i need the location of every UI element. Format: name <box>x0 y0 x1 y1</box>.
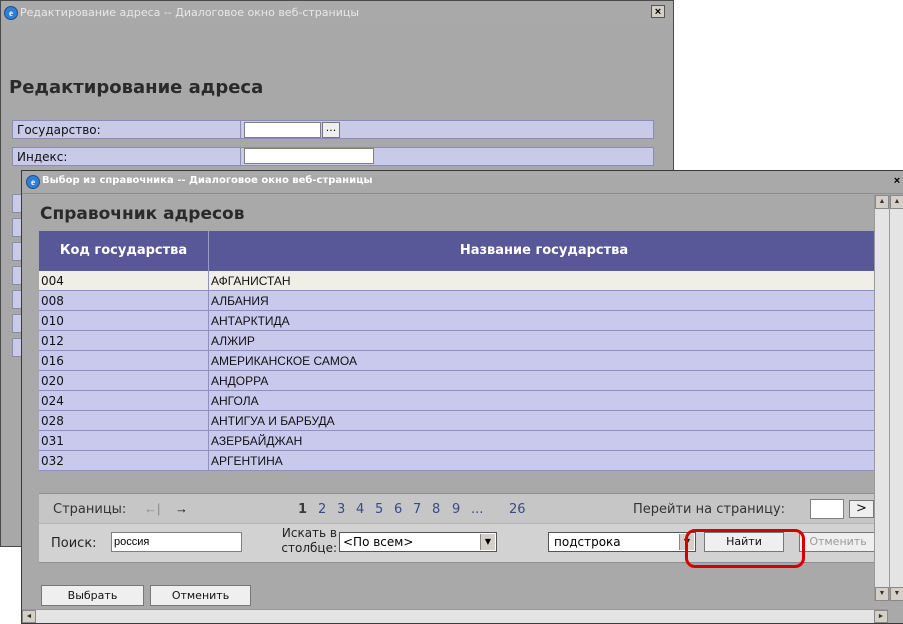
table-row[interactable]: 016 АМЕРИКАНСКОЕ САМОА <box>39 351 879 371</box>
highlight-ring <box>685 529 805 568</box>
row-code: 004 <box>41 274 64 288</box>
table-row[interactable]: 024 АНГОЛА <box>39 391 879 411</box>
table-row[interactable]: 031 АЗЕРБАЙДЖАН <box>39 431 879 451</box>
ie-icon: e <box>26 175 40 189</box>
page-link[interactable]: 2 <box>318 502 326 517</box>
search-column-label: Искать в столбце: <box>281 526 337 555</box>
row-code: 012 <box>41 334 64 348</box>
country-browse-button[interactable]: ... <box>322 122 340 138</box>
country-table: Код государства Название государства 004… <box>39 231 879 471</box>
row-name: АЗЕРБАЙДЖАН <box>211 434 303 448</box>
inner-window-title: Выбор из справочника -- Диалоговое окно … <box>42 175 373 186</box>
page-link[interactable]: 9 <box>452 502 460 517</box>
horizontal-scrollbar[interactable]: ◄ ► <box>22 609 888 623</box>
row-name: АЛЖИР <box>211 334 255 348</box>
search-label: Поиск: <box>51 536 97 551</box>
next-page-arrow-icon[interactable]: → <box>175 501 188 516</box>
chevron-down-icon: ▼ <box>480 534 495 550</box>
footer-cancel-button[interactable]: Отменить <box>150 585 251 606</box>
row-name: АНТАРКТИДА <box>211 314 290 328</box>
table-row[interactable]: 010 АНТАРКТИДА <box>39 311 879 331</box>
scroll-up-icon[interactable]: ▲ <box>890 195 903 209</box>
cancel-search-button: Отменить <box>799 532 877 552</box>
page-ellipsis: ... <box>471 502 484 517</box>
search-column-select[interactable]: <По всем> ▼ <box>339 532 497 552</box>
select-button[interactable]: Выбрать <box>41 585 144 606</box>
table-row[interactable]: 012 АЛЖИР <box>39 331 879 351</box>
index-label: Индекс: <box>17 150 68 164</box>
table-row[interactable]: 004 АФГАНИСТАН <box>39 271 879 291</box>
directory-heading: Справочник адресов <box>40 204 245 224</box>
goto-page-label: Перейти на страницу: <box>633 502 786 517</box>
vertical-scrollbar[interactable]: ▲ ▼ <box>874 195 889 601</box>
table-row[interactable]: 032 АРГЕНТИНА <box>39 451 879 471</box>
scroll-right-icon[interactable]: ► <box>874 610 888 623</box>
row-name: АМЕРИКАНСКОЕ САМОА <box>211 354 357 368</box>
page-link[interactable]: 4 <box>356 502 364 517</box>
row-name: АЛБАНИЯ <box>211 294 269 308</box>
page-link[interactable]: 7 <box>413 502 421 517</box>
row-name: АНТИГУА И БАРБУДА <box>211 414 335 428</box>
goto-page-input[interactable] <box>810 499 844 519</box>
directory-select-dialog: e Выбор из справочника -- Диалоговое окн… <box>21 170 903 624</box>
row-code: 028 <box>41 414 64 428</box>
column-header-code[interactable]: Код государства <box>39 231 209 271</box>
row-name: АНДОРРА <box>211 374 269 388</box>
page-link[interactable]: 5 <box>375 502 383 517</box>
outer-heading: Редактирование адреса <box>9 77 264 98</box>
scroll-up-icon[interactable]: ▲ <box>875 195 889 209</box>
goto-page-button[interactable]: > <box>849 500 874 518</box>
row-code: 010 <box>41 314 64 328</box>
row-code: 016 <box>41 354 64 368</box>
pager-bar: Страницы: ←| → 1 2 3 4 5 6 7 8 9 ... 26 … <box>39 493 879 524</box>
table-row[interactable]: 008 АЛБАНИЯ <box>39 291 879 311</box>
inner-close-button[interactable]: × <box>890 175 903 188</box>
page-link-current: 1 <box>298 502 308 517</box>
search-input[interactable]: россия <box>111 532 242 552</box>
table-header: Код государства Название государства <box>39 231 879 271</box>
table-row[interactable]: 028 АНТИГУА И БАРБУДА <box>39 411 879 431</box>
outer-close-button[interactable]: × <box>651 5 665 18</box>
page-link[interactable]: 3 <box>337 502 345 517</box>
column-header-name[interactable]: Название государства <box>209 231 879 271</box>
page-link[interactable]: 8 <box>432 502 440 517</box>
country-label: Государство: <box>17 123 101 137</box>
index-input[interactable] <box>244 148 374 164</box>
pager-label: Страницы: <box>53 502 127 517</box>
scroll-down-icon[interactable]: ▼ <box>875 587 889 601</box>
country-input[interactable] <box>244 122 321 138</box>
table-row[interactable]: 020 АНДОРРА <box>39 371 879 391</box>
row-code: 008 <box>41 294 64 308</box>
first-page-arrow-icon: ←| <box>144 501 161 516</box>
row-code: 020 <box>41 374 64 388</box>
outer-window-title: Редактирование адреса -- Диалоговое окно… <box>20 6 360 19</box>
search-mode-select[interactable]: подстрока ▼ <box>548 532 696 552</box>
page-link[interactable]: 6 <box>394 502 402 517</box>
row-code: 032 <box>41 454 64 468</box>
row-name: АФГАНИСТАН <box>211 274 291 288</box>
row-code: 031 <box>41 434 64 448</box>
row-name: АРГЕНТИНА <box>211 454 283 468</box>
outer-vertical-scrollbar[interactable]: ▲ ▼ <box>889 195 903 601</box>
inner-title-bar: e Выбор из справочника -- Диалоговое окн… <box>22 171 903 194</box>
row-code: 024 <box>41 394 64 408</box>
row-name: АНГОЛА <box>211 394 259 408</box>
scroll-left-icon[interactable]: ◄ <box>22 610 36 623</box>
outer-title-bar: e Редактирование адреса -- Диалоговое ок… <box>1 1 673 25</box>
ie-icon: e <box>4 6 18 20</box>
scroll-down-icon[interactable]: ▼ <box>890 587 903 601</box>
page-link[interactable]: 26 <box>509 502 526 517</box>
